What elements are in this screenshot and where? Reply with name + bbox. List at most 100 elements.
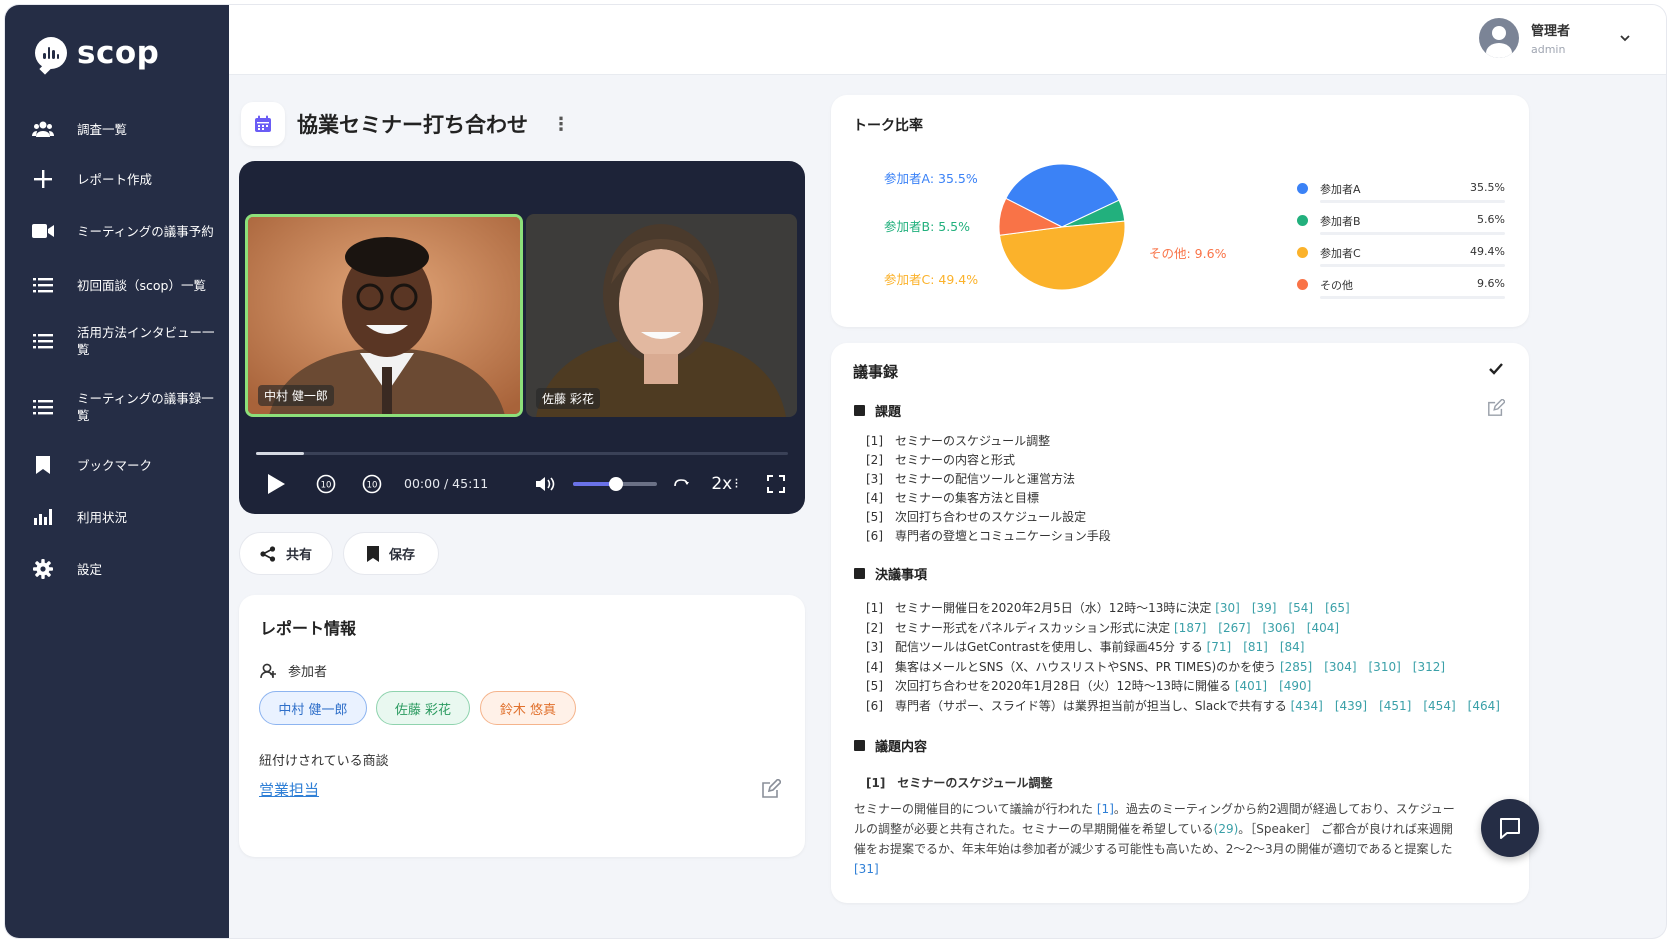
chat-icon [1500,818,1520,839]
more-options-icon[interactable]: ⋮ [552,114,570,135]
svg-text:10: 10 [367,481,378,491]
reference-link[interactable]: [1] [1097,802,1114,816]
volume-slider-handle[interactable] [609,477,623,491]
discussion-paragraph: セミナーの開催目的について議論が行われた [1]。過去のミーティングから約2週間… [854,802,1455,876]
forward-10-icon[interactable]: 10 [360,472,384,496]
participant-video-2 [526,214,797,417]
decision-item: [3] 配信ツールはGetContrastを使用し、事前録画45分 する [71… [866,640,1305,654]
bookmark-icon [31,453,55,477]
sidebar-item-settings[interactable]: 設定 [5,549,229,589]
reference-link[interactable]: [71] [81] [84] [1207,640,1305,654]
legend-dot [1297,247,1308,258]
legend-item: 参加者C 49.4% [1297,242,1505,267]
logo-text: scop [77,35,160,71]
fullscreen-icon[interactable] [764,472,788,496]
sidebar-item-label: ブックマーク [77,457,153,473]
participant-name-label: 中村 健一郎 [258,385,334,406]
linked-deal-link[interactable]: 営業担当 [259,779,319,800]
report-info-title: レポート情報 [260,619,357,638]
gear-icon [31,557,55,581]
loop-icon[interactable] [669,472,693,496]
minutes-title: 議事録 [853,363,899,381]
legend-dot [1297,279,1308,290]
legend-dot [1297,183,1308,194]
participant-name-label: 佐藤 彩花 [536,388,600,409]
sidebar-item-bookmarks[interactable]: ブックマーク [5,445,229,485]
volume-slider[interactable] [573,477,657,491]
discussion-item-title: [1] セミナーのスケジュール調整 [866,776,1053,790]
minutes-card: 議事録 課題 [1] セミナーのスケジュール調整 [2] セミナーの内容と形式 … [831,343,1529,903]
volume-icon[interactable] [534,472,558,496]
sidebar-item-create-report[interactable]: レポート作成 [5,159,229,199]
pie-label-a: 参加者A: 35.5% [884,171,978,186]
reference-link[interactable]: [31] [854,862,879,876]
topic-item: [6] 専門者の登壇とコミュニケーション手段 [866,529,1111,543]
sidebar-item-meeting-booking[interactable]: ミーティングの議事予約 [5,211,229,251]
participant-chip[interactable]: 鈴木 悠真 [480,691,576,725]
user-menu[interactable]: 管理者 admin [1478,18,1630,58]
sidebar-item-label: ミーティングの議事予約 [77,223,214,239]
reference-link[interactable]: [30] [39] [54] [65] [1215,601,1350,615]
reference-link[interactable]: [285] [304] [310] [312] [1280,660,1445,674]
sidebar-item-usage[interactable]: 利用状況 [5,497,229,537]
pie-label-b: 参加者B: 5.5% [884,219,971,234]
save-button[interactable]: 保存 [343,532,439,575]
video-player[interactable]: 中村 健一郎 佐藤 彩花 10 10 00:00 / 45:11 2x ⁝ [239,161,805,514]
playback-speed-button[interactable]: 2x ⁝ [707,472,743,496]
playback-time: 00:00 / 45:11 [404,476,489,491]
reference-link[interactable]: [401] [490] [1235,679,1312,693]
sidebar-item-label: 初回面談（scop）一覧 [77,277,206,293]
page-title: 協業セミナー打ち合わせ [297,113,528,137]
decisions-heading: 決議事項 [854,564,927,583]
topic-item: [1] セミナーのスケジュール調整 [866,434,1051,448]
pie-label-other: その他: 9.6% [1149,246,1227,261]
participants-icon [260,663,276,678]
chevron-down-icon[interactable] [1620,33,1630,43]
chat-button[interactable] [1481,799,1539,857]
decision-item: [2] セミナー形式をパネルディスカッション形式に決定 [187] [267] … [866,621,1340,635]
pie-label-c: 参加者C: 49.4% [884,272,979,287]
sidebar-item-meeting-minutes[interactable]: ミーティングの議事録一覧 [5,385,229,429]
rewind-10-icon[interactable]: 10 [314,472,338,496]
edit-icon[interactable] [761,779,781,799]
participants-heading: 参加者 [260,661,327,680]
legend-dot [1297,215,1308,226]
avatar [1478,18,1519,58]
calendar-icon [241,102,285,146]
sidebar-nav: 調査一覧 レポート作成 ミーティングの議事予約 初回面談（scop）一覧 活用方… [5,109,229,589]
sidebar: scop 調査一覧 レポート作成 ミーティングの議事予約 初回面談（scop）一… [5,5,229,938]
logo-icon [35,37,67,69]
user-role: admin [1530,43,1566,56]
video-tile-speaker-1[interactable]: 中村 健一郎 [245,214,523,417]
participant-chip[interactable]: 中村 健一郎 [259,691,367,725]
edit-icon[interactable] [1487,399,1505,417]
share-button[interactable]: 共有 [239,532,333,575]
video-tile-speaker-2[interactable]: 佐藤 彩花 [526,214,797,417]
decision-item: [1] セミナー開催日を2020年2月5日（水）12時〜13時に決定 [30] … [866,601,1350,615]
sidebar-item-label: ミーティングの議事録一覧 [77,391,214,423]
sidebar-item-first-interviews[interactable]: 初回面談（scop）一覧 [5,265,229,305]
topic-item: [3] セミナーの配信ツールと運営方法 [866,472,1075,486]
sidebar-item-usage-interviews[interactable]: 活用方法インタビュー一覧 [5,319,229,363]
playback-progress-bar[interactable] [256,452,788,455]
participant-chip[interactable]: 佐藤 彩花 [376,691,470,725]
reference-link[interactable]: [434] [439] [451] [454] [464] [1291,699,1500,713]
reference-link[interactable]: [187] [267] [306] [404] [1174,621,1339,635]
svg-text:10: 10 [321,481,332,491]
app-window: scop 調査一覧 レポート作成 ミーティングの議事予約 初回面談（scop）一… [5,5,1666,938]
sidebar-item-surveys[interactable]: 調査一覧 [5,109,229,149]
report-info-card: レポート情報 参加者 中村 健一郎 佐藤 彩花 鈴木 悠真 紐付けされている商談… [239,595,805,857]
linked-deal-label: 紐付けされている商談 [259,754,389,769]
topics-heading: 課題 [854,401,901,420]
check-icon[interactable] [1489,363,1503,375]
top-bar: 管理者 admin [229,5,1666,75]
plus-icon [31,167,55,191]
sidebar-item-label: 設定 [77,561,103,577]
page-header: 協業セミナー打ち合わせ ⋮ [241,102,570,146]
topic-item: [2] セミナーの内容と形式 [866,453,1015,467]
logo[interactable]: scop [35,35,159,71]
talk-ratio-pie-chart [998,163,1126,291]
player-controls: 10 10 00:00 / 45:11 2x ⁝ [264,472,789,496]
reference-link[interactable]: (29) [1214,822,1239,836]
play-icon[interactable] [264,472,288,496]
